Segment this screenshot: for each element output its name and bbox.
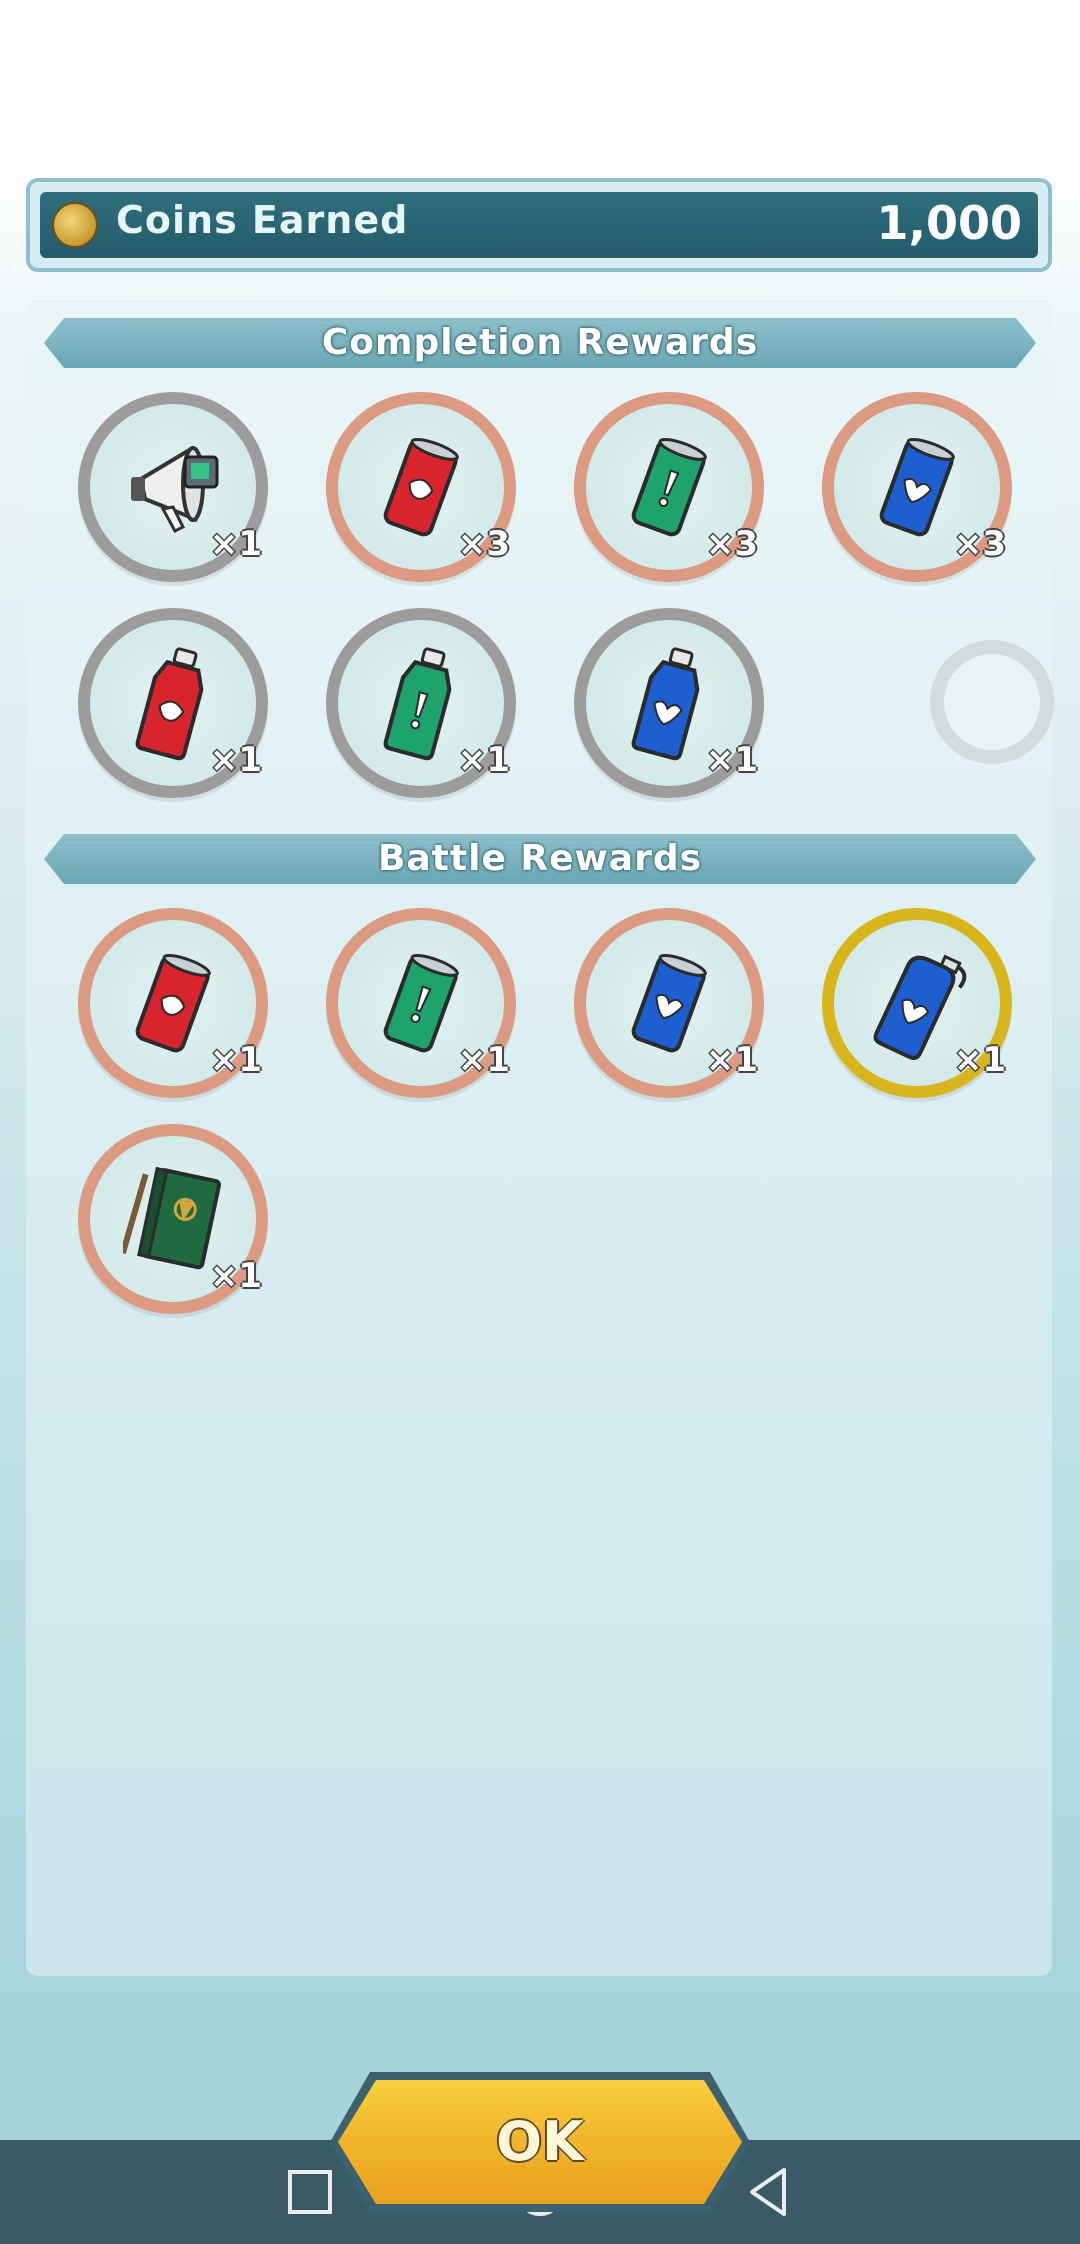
reward-slot[interactable]: ×1: [78, 908, 268, 1098]
back-triangle-icon[interactable]: [738, 2160, 802, 2224]
ok-button-label: OK: [338, 2080, 742, 2204]
coins-earned-value: 1,000: [876, 196, 1022, 250]
reward-slot[interactable]: ×1: [822, 908, 1012, 1098]
green-bottle-icon: [383, 647, 452, 761]
blue-flask-icon: [873, 954, 967, 1060]
reward-slot[interactable]: ×1: [78, 1124, 268, 1314]
green-can-icon: [383, 953, 459, 1053]
blue-can-icon: [631, 953, 707, 1053]
reward-quantity: ×3: [705, 524, 758, 564]
red-can-icon: [383, 437, 459, 537]
reward-slot[interactable]: ×3: [574, 392, 764, 582]
completion-rewards-title: Completion Rewards: [44, 318, 1036, 368]
reward-quantity: ×3: [457, 524, 510, 564]
reward-quantity: ×1: [705, 1040, 758, 1080]
coins-earned-inner: Coins Earned 1,000: [40, 192, 1038, 258]
blue-bottle-icon: [631, 647, 700, 761]
reward-quantity: ×1: [209, 740, 262, 780]
blue-can-icon: [879, 437, 955, 537]
reward-slot[interactable]: ×3: [326, 392, 516, 582]
coins-earned-bar: Coins Earned 1,000: [26, 178, 1052, 272]
reward-slot[interactable]: ×1: [78, 608, 268, 798]
reward-quantity: ×1: [209, 524, 262, 564]
coin-icon: [52, 202, 98, 248]
recent-apps-icon[interactable]: [278, 2160, 342, 2224]
red-bottle-icon: [135, 647, 204, 761]
green-notebook-icon: [123, 1166, 221, 1270]
reward-slot[interactable]: ×1: [574, 908, 764, 1098]
floating-assist-button[interactable]: [930, 640, 1054, 764]
reward-slot[interactable]: ×1: [326, 608, 516, 798]
reward-quantity: ×1: [457, 1040, 510, 1080]
reward-quantity: ×3: [953, 524, 1006, 564]
green-can-icon: [631, 437, 707, 537]
reward-quantity: ×1: [457, 740, 510, 780]
reward-slot[interactable]: ×1: [78, 392, 268, 582]
red-can-icon: [135, 953, 211, 1053]
reward-quantity: ×1: [209, 1040, 262, 1080]
reward-quantity: ×1: [953, 1040, 1006, 1080]
megaphone-icon: [131, 445, 219, 533]
coins-earned-label: Coins Earned: [116, 198, 409, 242]
battle-rewards-title: Battle Rewards: [44, 834, 1036, 884]
ok-button[interactable]: OK: [330, 2072, 750, 2212]
reward-quantity: ×1: [705, 740, 758, 780]
reward-slot[interactable]: ×1: [574, 608, 764, 798]
reward-slot[interactable]: ×3: [822, 392, 1012, 582]
reward-slot[interactable]: ×1: [326, 908, 516, 1098]
reward-quantity: ×1: [209, 1256, 262, 1296]
